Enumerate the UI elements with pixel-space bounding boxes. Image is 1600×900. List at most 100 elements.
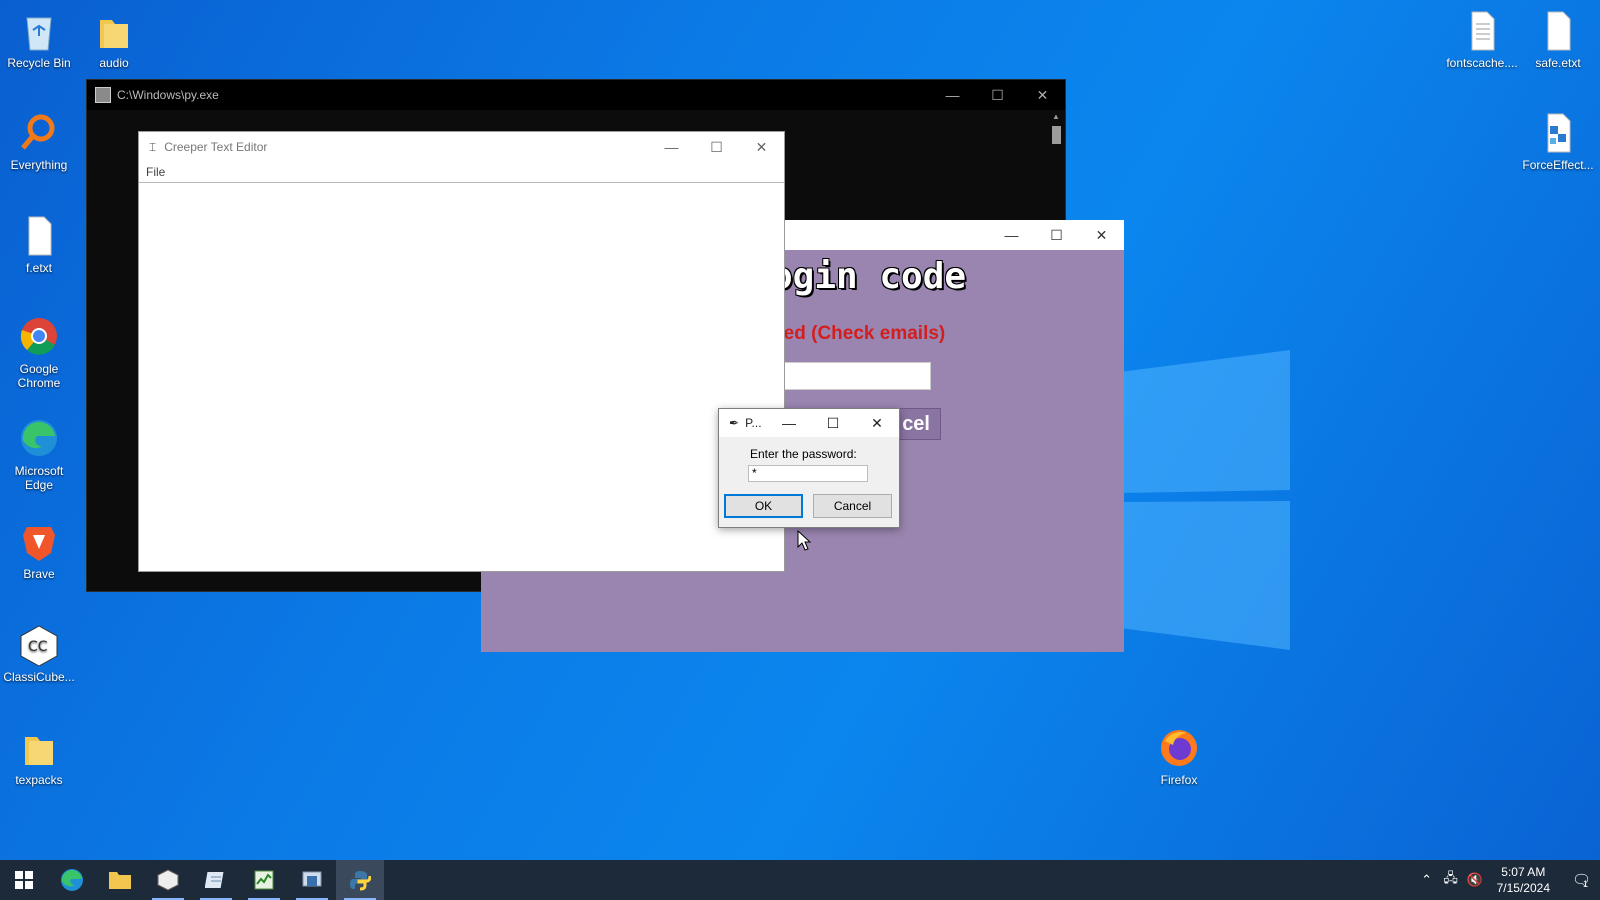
login-code-input[interactable] [777, 362, 931, 390]
forceeffect-icon [1538, 112, 1578, 154]
editor-app-icon: ⌶ [149, 139, 157, 154]
password-prompt-label: Enter the password: [750, 447, 857, 461]
python-icon [350, 871, 371, 891]
desktop-icon-safe-etxt[interactable]: safe.etxt [1519, 10, 1597, 70]
desktop-icon-label: Brave [23, 567, 55, 581]
desktop-icon-fontscache[interactable]: fontscache.... [1443, 10, 1521, 70]
password-input[interactable]: * [748, 465, 868, 482]
desktop-icon-label: audio [99, 56, 129, 70]
close-button[interactable]: ✕ [1020, 81, 1065, 109]
scrollbar-thumb[interactable] [1052, 126, 1061, 144]
minimize-icon: — [664, 139, 679, 155]
taskbar-file-explorer[interactable] [96, 860, 144, 900]
maximize-button[interactable]: ☐ [1034, 221, 1079, 249]
scroll-up-icon[interactable]: ▲ [1052, 112, 1060, 121]
volume-muted-icon[interactable]: 🔇 [1463, 872, 1487, 888]
dialog-titlebar[interactable]: ✒ P... — ☐ ✕ [719, 409, 899, 437]
minimize-button[interactable]: — [649, 133, 694, 161]
notification-icon: 🗨 [1571, 872, 1592, 889]
desktop: Recycle Bin audio Everything f.etxt Goog… [0, 0, 1600, 860]
close-button[interactable]: ✕ [739, 133, 784, 161]
chrome-icon [19, 316, 59, 358]
clock-time: 5:07 AM [1501, 865, 1546, 879]
firefox-icon [1159, 727, 1199, 769]
close-icon: ✕ [871, 414, 883, 431]
desktop-icon-audio[interactable]: audio [75, 10, 153, 70]
close-icon: ✕ [1036, 86, 1049, 103]
desktop-icon-label: Firefox [1160, 773, 1198, 787]
editor-titlebar[interactable]: ⌶ Creeper Text Editor — ☐ ✕ [139, 132, 784, 162]
desktop-icon-label: texpacks [15, 773, 63, 787]
desktop-icon-everything[interactable]: Everything [0, 112, 78, 172]
mouse-cursor-icon [797, 530, 811, 551]
desktop-icon-classicube[interactable]: CC ClassiCube... [0, 624, 78, 684]
minimize-icon: — [782, 415, 796, 431]
close-button[interactable]: ✕ [1079, 221, 1124, 249]
maximize-icon: ☐ [826, 414, 840, 431]
minimize-button[interactable]: — [930, 81, 975, 109]
classicube-icon: CC [19, 624, 59, 667]
minimize-icon: — [1004, 227, 1019, 243]
network-icon[interactable]: 🖧 [1439, 869, 1463, 891]
maximize-icon: ☐ [991, 86, 1004, 103]
windows-logo-wallpaper [1120, 350, 1290, 650]
desktop-icon-label: Microsoft Edge [14, 464, 64, 492]
taskbar-app-2[interactable] [192, 860, 240, 900]
windows-app-icon [302, 871, 322, 887]
desktop-icon-google-chrome[interactable]: Google Chrome [0, 316, 78, 390]
minimize-button[interactable]: — [767, 410, 811, 436]
taskbar-python[interactable] [336, 860, 384, 900]
taskbar: ⌃ 🖧 🔇 5:07 AM 7/15/2024 🗨 1 [0, 860, 1600, 900]
maximize-button[interactable]: ☐ [975, 81, 1020, 109]
document-icon [1462, 10, 1502, 52]
text-editor-window[interactable]: ⌶ Creeper Text Editor — ☐ ✕ File [138, 131, 785, 572]
cancel-button[interactable]: Cancel [813, 494, 892, 518]
desktop-icon-label: fontscache.... [1446, 56, 1518, 70]
menu-file[interactable]: File [146, 165, 165, 179]
maximize-icon: ☐ [710, 138, 723, 155]
desktop-icon-microsoft-edge[interactable]: Microsoft Edge [0, 418, 78, 492]
taskbar-task-manager[interactable] [240, 860, 288, 900]
maximize-button[interactable]: ☐ [811, 410, 855, 436]
windows-start-icon [15, 871, 33, 889]
console-title: C:\Windows\py.exe [117, 88, 219, 102]
editor-text-area[interactable] [139, 183, 784, 571]
desktop-icon-brave[interactable]: Brave [0, 521, 78, 581]
desktop-icon-recycle-bin[interactable]: Recycle Bin [0, 10, 78, 70]
desktop-icon-label: f.etxt [25, 261, 52, 275]
dialog-title: P... [745, 416, 762, 430]
desktop-icon-f-etxt[interactable]: f.etxt [0, 215, 78, 275]
taskbar-app-4[interactable] [288, 860, 336, 900]
chevron-up-icon[interactable]: ⌃ [1415, 872, 1439, 888]
taskbar-edge[interactable] [48, 860, 96, 900]
maximize-button[interactable]: ☐ [694, 133, 739, 161]
desktop-icon-firefox[interactable]: Firefox [1140, 727, 1218, 787]
desktop-icon-forceeffect[interactable]: ForceEffect... [1519, 112, 1597, 172]
clock-date: 7/15/2024 [1496, 881, 1550, 895]
console-app-icon [95, 87, 111, 103]
desktop-icon-texpacks[interactable]: texpacks [0, 727, 78, 787]
desktop-icon-label: Google Chrome [17, 362, 61, 390]
taskbar-classicube[interactable] [144, 860, 192, 900]
system-tray: ⌃ 🖧 🔇 5:07 AM 7/15/2024 🗨 1 [1415, 860, 1600, 900]
taskbar-clock[interactable]: 5:07 AM 7/15/2024 [1487, 864, 1560, 896]
notification-count: 1 [1583, 879, 1589, 889]
maximize-icon: ☐ [1050, 226, 1063, 243]
password-dialog[interactable]: ✒ P... — ☐ ✕ Enter the password: * OK Ca… [718, 408, 900, 528]
close-icon: ✕ [1095, 226, 1108, 243]
ok-button[interactable]: OK [724, 494, 803, 518]
close-icon: ✕ [755, 138, 768, 155]
start-button[interactable] [0, 860, 48, 900]
recycle-bin-icon [19, 10, 59, 52]
close-button[interactable]: ✕ [855, 410, 899, 436]
file-icon [1538, 10, 1578, 52]
classicube-icon [157, 869, 179, 891]
desktop-icon-label: ForceEffect... [1522, 158, 1594, 172]
desktop-icon-label: ClassiCube... [3, 670, 75, 684]
minimize-button[interactable]: — [989, 221, 1034, 249]
notification-center-button[interactable]: 🗨 1 [1560, 860, 1600, 900]
brave-icon [19, 521, 59, 563]
console-titlebar[interactable]: C:\Windows\py.exe — ☐ ✕ [87, 80, 1065, 110]
task-manager-icon [254, 870, 274, 890]
edge-icon [61, 869, 83, 891]
